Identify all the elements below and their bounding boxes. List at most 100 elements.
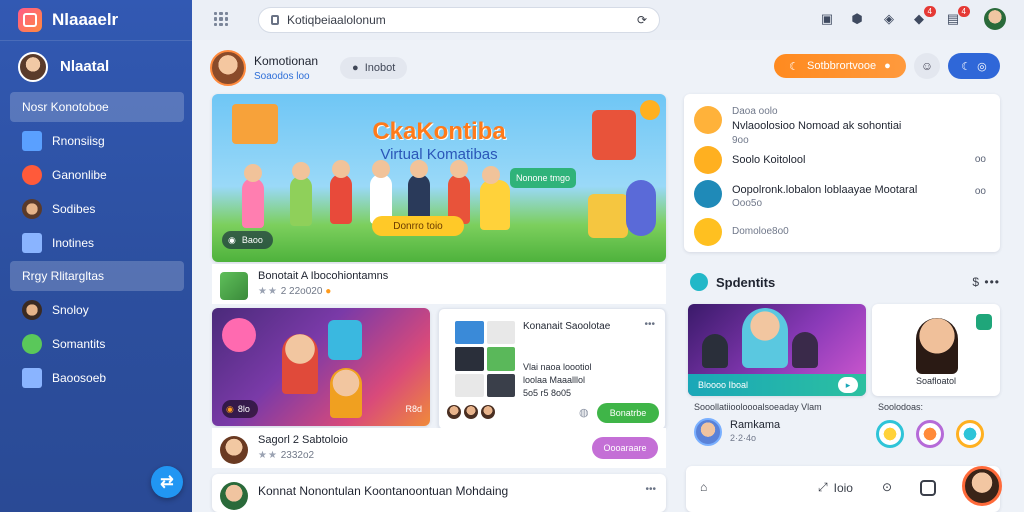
avatar[interactable]	[210, 50, 246, 86]
list-item[interactable]: Soolo Koitolool oo	[694, 146, 990, 176]
brand-name: Nlaaaelr	[52, 10, 119, 29]
purple-action-button[interactable]: Oooaraare	[592, 437, 658, 459]
bottom-dock: ⌂ ⤢ Ioio ⊙	[686, 466, 1000, 512]
avatar	[694, 218, 722, 246]
url-text: Kotiqbeiaalolonum	[287, 13, 386, 27]
apps-grid-icon[interactable]	[214, 12, 228, 26]
reaction-icon[interactable]: ◍	[579, 406, 589, 419]
live-card[interactable]: Bloooo Iboal ▸	[688, 304, 866, 396]
home-icon[interactable]: ⌂	[700, 480, 707, 494]
post-title[interactable]: Bonotait A Ibocohiontamns	[258, 270, 388, 282]
post-title[interactable]: Konnat Nonontulan Koontanoontuan Mohdain…	[258, 484, 508, 498]
refresh-icon[interactable]: ⟳	[637, 13, 647, 27]
avatar	[694, 418, 722, 446]
message-icon[interactable]: ▤ 4	[944, 6, 970, 28]
sun-illustration	[640, 100, 660, 120]
story-ring-icon[interactable]	[916, 420, 944, 448]
compass-icon[interactable]: ⊙	[882, 480, 892, 494]
live-card-bar: Bloooo Iboal ▸	[688, 374, 866, 396]
hero-tag-label: Baoo	[241, 235, 263, 245]
list-item-end: oo	[974, 154, 986, 165]
bell-icon[interactable]: ◆ 4	[910, 6, 936, 28]
post-card[interactable]: Konnat Nonontulan Koontanoontuan Mohdain…	[212, 474, 666, 512]
moon-icon: ☾	[961, 60, 972, 73]
host-figure	[282, 334, 318, 394]
post-row[interactable]: Bonotait A Ibocohiontamns ★★ 2 22o020 ●	[212, 264, 666, 304]
more-icon[interactable]: •••	[645, 484, 656, 495]
more-icon[interactable]: $ •••	[972, 275, 1000, 289]
sidebar-item-home[interactable]: Nosr Konotoboe	[10, 92, 184, 122]
sidebar-item-7[interactable]: Snoloy	[10, 295, 184, 325]
shield-icon[interactable]: ⬢	[848, 10, 866, 28]
hero-speech-bubble: Nonone tmgo	[510, 168, 576, 188]
profile-mini-icon: ●	[884, 60, 891, 72]
gallery-card[interactable]: Konanait Saoolotae ••• Vlai naoa loootio…	[438, 308, 666, 430]
hero-banner[interactable]: CkaKontiba Virtual Komatibas Nonone tmgo…	[212, 94, 666, 262]
app-logo-icon	[18, 8, 42, 32]
sidebar-item-3[interactable]: Ganonlibe	[10, 160, 184, 190]
list-item[interactable]: Daoa oolo Nvlaoolosioo Nomoad ak sohonti…	[694, 104, 990, 146]
kid-illustration	[242, 164, 264, 228]
verified-badge-icon	[976, 314, 992, 330]
status-chip[interactable]: ● Inobot	[340, 57, 408, 79]
user-name[interactable]: Komotionan	[254, 54, 318, 68]
user-avatar-icon[interactable]	[984, 8, 1006, 30]
list-item[interactable]: Domoloe8o0	[694, 218, 990, 246]
dock-item[interactable]: ⤢ Ioio	[818, 480, 853, 495]
hero-tag[interactable]: ◉ Baoo	[222, 231, 273, 249]
user-subtitle: Soaodos loo	[254, 71, 310, 82]
avatar	[18, 51, 48, 82]
gallery-title[interactable]: Konanait Saoolotae	[523, 321, 610, 332]
blue-toggle-button[interactable]: ☾ ◎	[948, 53, 1000, 79]
address-bar[interactable]: Kotiqbeiaalolonum ⟳	[258, 7, 660, 33]
kid-illustration	[330, 160, 352, 224]
post-thumbnail	[220, 272, 248, 300]
share-icon: ⇄	[160, 474, 174, 491]
story-ring-icon[interactable]	[956, 420, 984, 448]
sidebar-item-label: Sodibes	[52, 202, 96, 216]
list-item-title: Nvlaoolosioo Nomoad ak sohontiai	[732, 120, 902, 132]
profile-card[interactable]: Soafloatol	[872, 304, 1000, 396]
kid-illustration	[290, 162, 312, 226]
tab-icon[interactable]: ▣	[818, 10, 836, 28]
post-title[interactable]: Sagorl 2 Sabtoloio	[258, 434, 348, 446]
sidebar-item-9[interactable]: Baoosoeb	[10, 363, 184, 393]
list-item-meta: 9oo	[732, 135, 749, 146]
sidebar-item-2[interactable]: Rnonsiisg	[10, 126, 184, 156]
join-button[interactable]: Bonatrbe	[597, 403, 659, 423]
bookmark-icon[interactable]: ◈	[880, 10, 898, 28]
kid-illustration	[480, 166, 510, 230]
profile-caption: Soafloatol	[915, 376, 957, 386]
sidebar-profile[interactable]: Nlaatal	[0, 40, 192, 92]
sidebar-item-8[interactable]: Somantits	[10, 329, 184, 359]
story-rings	[876, 420, 984, 448]
sidebar-item-label: Nosr Konotoboe	[22, 100, 109, 114]
host-info[interactable]: Ramkama 2·2·4o	[694, 418, 780, 446]
emoji-button[interactable]: ☺	[914, 53, 940, 79]
sidebar-item-6[interactable]: Rrgy Rlitargltas	[10, 261, 184, 291]
list-item-meta: Ooo5o	[732, 198, 763, 209]
video-card[interactable]: ◉ 8lo R8d	[212, 308, 430, 426]
share-fab-button[interactable]: ⇄	[151, 466, 183, 498]
grid-icon[interactable]	[920, 480, 936, 496]
sidebar-item-label: Baoosoeb	[52, 371, 107, 385]
list-item-label: Daoa oolo	[732, 106, 778, 117]
list-item[interactable]: Oopolronk.lobalon loblaayae Mootaral Ooo…	[694, 180, 990, 212]
more-icon[interactable]: •••	[644, 319, 655, 330]
coin-icon: ●	[325, 286, 332, 297]
story-ring-icon[interactable]	[876, 420, 904, 448]
floating-avatar[interactable]	[962, 466, 1002, 506]
hero-subtitle: Virtual Komatibas	[380, 146, 498, 163]
brand[interactable]: Nlaaaelr	[0, 0, 192, 40]
people-icon	[22, 199, 42, 219]
message-badge: 4	[957, 6, 970, 17]
orange-action-button[interactable]: ☾ Sotbbrortvooe ●	[774, 54, 906, 78]
sidebar-item-5[interactable]: Inotines	[10, 228, 184, 258]
section-icon	[690, 273, 708, 291]
sidebar-item-4[interactable]: Sodibes	[10, 194, 184, 224]
avatar	[694, 106, 722, 134]
hero-cta-button[interactable]: Donrro toio	[372, 216, 464, 236]
play-icon[interactable]: ▸	[838, 377, 858, 393]
emoji-icon: ☺	[920, 59, 934, 73]
profile-photo	[916, 318, 958, 374]
